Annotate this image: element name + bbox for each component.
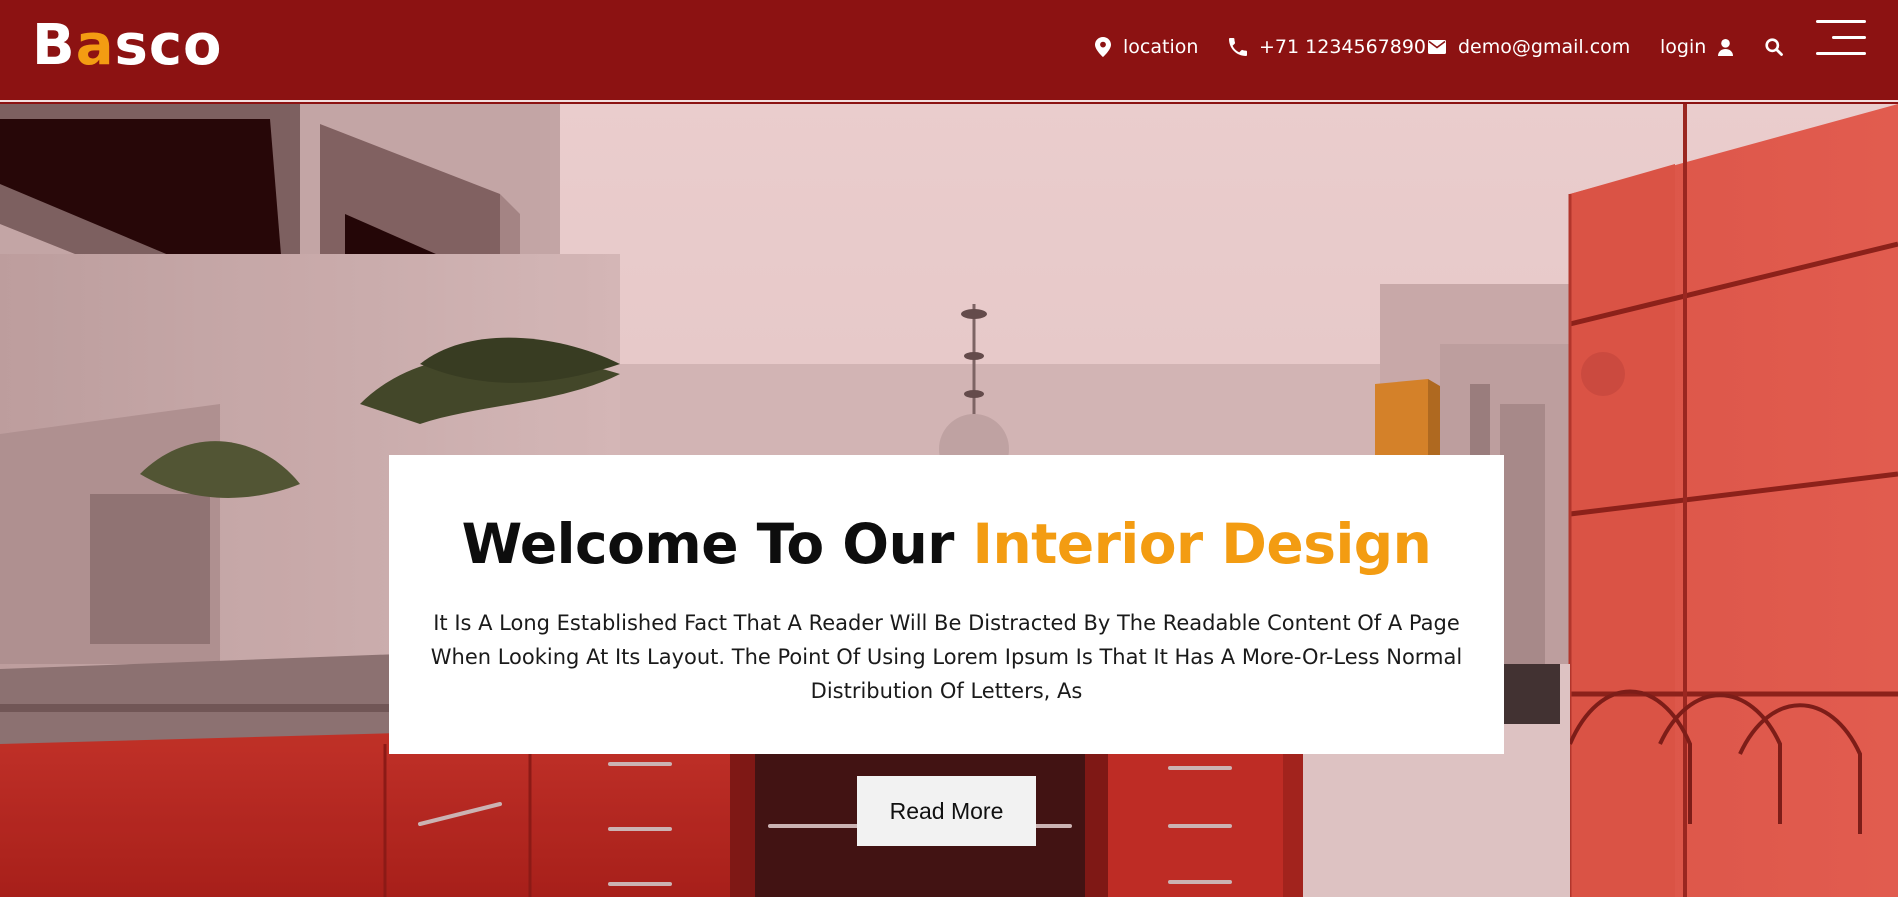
location-label: location <box>1123 36 1199 58</box>
welcome-card: Welcome To Our Interior Design It Is A L… <box>389 455 1504 754</box>
hero-title: Welcome To Our Interior Design <box>389 511 1504 577</box>
menu-icon <box>1816 20 1866 23</box>
envelope-icon <box>1428 40 1446 54</box>
email-link[interactable]: demo@gmail.com <box>1428 32 1630 62</box>
hero-title-accent: Interior Design <box>972 512 1432 576</box>
menu-icon-bar-bottom <box>1816 52 1866 55</box>
login-link[interactable]: login <box>1660 32 1734 62</box>
login-label: login <box>1660 36 1707 58</box>
phone-icon <box>1229 38 1247 56</box>
phone-label: +71 1234567890 <box>1259 36 1427 58</box>
top-contact-nav: location +71 1234567890 demo@gmail.com l… <box>0 32 1898 62</box>
user-icon <box>1718 38 1734 56</box>
hero-title-main: Welcome To Our <box>461 512 973 576</box>
search-button[interactable] <box>1765 32 1783 62</box>
email-label: demo@gmail.com <box>1458 36 1631 58</box>
menu-icon-bar-middle <box>1832 36 1866 39</box>
phone-link[interactable]: +71 1234567890 <box>1229 32 1426 62</box>
location-link[interactable]: location <box>1095 32 1198 62</box>
menu-toggle-button[interactable] <box>1816 20 1866 56</box>
hero-description: It Is A Long Established Fact That A Rea… <box>430 611 1463 703</box>
read-more-button[interactable]: Read More <box>857 776 1036 846</box>
site-header: Basco location +71 1234567890 demo@gmail… <box>0 0 1898 102</box>
map-pin-icon <box>1095 37 1111 57</box>
search-icon <box>1765 38 1783 56</box>
